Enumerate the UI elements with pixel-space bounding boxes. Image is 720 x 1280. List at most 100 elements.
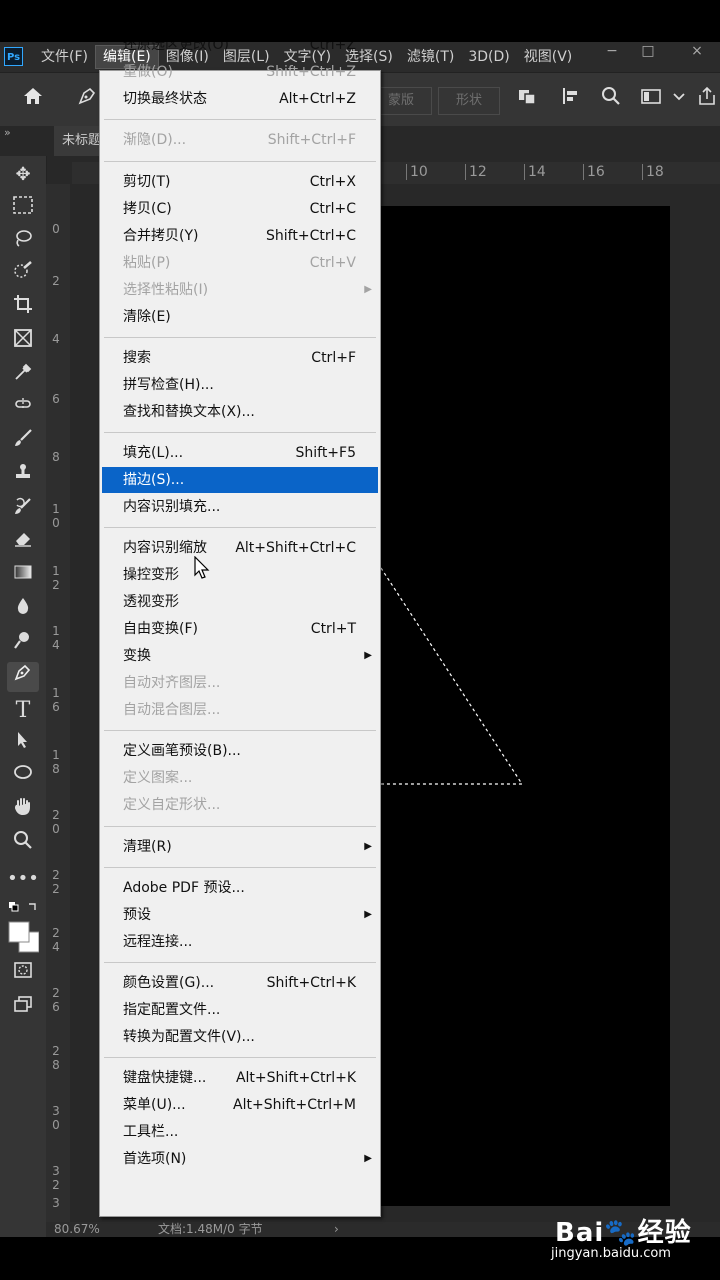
document-tab[interactable]: 未标题 bbox=[54, 126, 102, 156]
menu-item-5[interactable]: 剪切(T) Ctrl+X bbox=[102, 169, 378, 195]
path-selection-tool-icon[interactable] bbox=[7, 730, 39, 760]
menu-item-32[interactable]: 指定配置文件... bbox=[102, 997, 378, 1023]
menu-item-7[interactable]: 合并拷贝(Y) Shift+Ctrl+C bbox=[102, 223, 378, 249]
marquee-tool-icon[interactable] bbox=[7, 194, 39, 224]
menu-item-19[interactable]: 透视变形 bbox=[102, 589, 378, 615]
minimize-icon[interactable]: − bbox=[597, 42, 627, 64]
crop-tool-icon[interactable] bbox=[7, 294, 39, 324]
menu-item-33[interactable]: 转换为配置文件(V)... bbox=[102, 1024, 378, 1050]
search-icon[interactable] bbox=[600, 85, 622, 114]
menu-item-34[interactable]: 键盘快捷键... Alt+Shift+Ctrl+K bbox=[102, 1065, 378, 1091]
close-icon[interactable]: × bbox=[682, 42, 712, 64]
menu-item-29[interactable]: 预设 ▶ bbox=[102, 902, 378, 928]
menu-filter[interactable]: 滤镜(T) bbox=[400, 42, 461, 72]
ruler-tick-label: 2 bbox=[52, 274, 60, 288]
color-swatches[interactable] bbox=[7, 918, 40, 958]
blur-tool-icon[interactable] bbox=[7, 596, 39, 626]
ruler-tick-label: 1 8 bbox=[52, 748, 60, 776]
pen-tool-icon[interactable] bbox=[7, 662, 39, 692]
menu-item-31[interactable]: 颜色设置(G)... Shift+Ctrl+K bbox=[102, 970, 378, 996]
menu-item-25[interactable]: 定义图案... bbox=[102, 765, 378, 791]
clone-stamp-tool-icon[interactable] bbox=[7, 462, 39, 492]
menu-item-16[interactable]: 内容识别填充... bbox=[102, 494, 378, 520]
ruler-tick-label: 6 bbox=[52, 392, 60, 406]
chevron-down-icon[interactable] bbox=[672, 85, 686, 114]
menu-item-24[interactable]: 定义画笔预设(B)... bbox=[102, 738, 378, 764]
workspace-icon[interactable] bbox=[640, 85, 662, 114]
menu-item-label: 剪切(T) bbox=[123, 174, 171, 190]
menu-file[interactable]: 文件(F) bbox=[34, 42, 95, 72]
quick-selection-tool-icon[interactable] bbox=[7, 260, 39, 290]
menu-item-10[interactable]: 清除(E) bbox=[102, 304, 378, 330]
menu-item-shortcut: Shift+Ctrl+K bbox=[266, 975, 356, 991]
menu-item-21[interactable]: 变换 ▶ bbox=[102, 643, 378, 669]
move-tool-icon[interactable]: ✥ bbox=[7, 160, 39, 190]
menu-item-4[interactable]: 渐隐(D)... Shift+Ctrl+F bbox=[102, 127, 378, 153]
menu-item-15[interactable]: 描边(S)... bbox=[102, 467, 378, 493]
document-info: 文档:1.48M/0 字节 bbox=[158, 1222, 263, 1236]
menu-item-label: 搜索 bbox=[123, 350, 151, 366]
path-alignment-icon[interactable] bbox=[560, 85, 582, 114]
menu-item-9[interactable]: 选择性粘贴(I) ▶ bbox=[102, 277, 378, 303]
menu-item-label: 查找和替换文本(X)... bbox=[123, 404, 255, 420]
status-arrow-icon[interactable]: › bbox=[334, 1222, 339, 1237]
pen-tool-icon[interactable] bbox=[76, 85, 98, 114]
type-tool-icon[interactable]: T bbox=[7, 696, 39, 726]
menu-item-30[interactable]: 远程连接... bbox=[102, 929, 378, 955]
more-tools-icon[interactable]: ••• bbox=[7, 864, 39, 894]
screen-mode-icon[interactable] bbox=[7, 994, 39, 1024]
ruler-tick-label: 3 bbox=[52, 1196, 60, 1210]
ruler-tick-label: 2 2 bbox=[52, 868, 60, 896]
menu-item-8[interactable]: 粘贴(P) Ctrl+V bbox=[102, 250, 378, 276]
menu-item-label: 操控变形 bbox=[123, 567, 179, 583]
maximize-icon[interactable]: □ bbox=[633, 42, 663, 64]
menu-item-3[interactable]: 切换最终状态 Alt+Ctrl+Z bbox=[102, 86, 378, 112]
ellipse-tool-icon[interactable] bbox=[7, 762, 39, 792]
quick-mask-icon[interactable] bbox=[7, 960, 39, 990]
menu-item-12[interactable]: 拼写检查(H)... bbox=[102, 372, 378, 398]
history-brush-tool-icon[interactable] bbox=[7, 496, 39, 526]
menu-item-36[interactable]: 工具栏... bbox=[102, 1119, 378, 1145]
hand-tool-icon[interactable] bbox=[7, 796, 39, 826]
menu-3d[interactable]: 3D(D) bbox=[461, 42, 516, 72]
path-operations-icon[interactable] bbox=[516, 85, 538, 114]
mouse-cursor-icon bbox=[194, 555, 210, 584]
menu-item-label: 指定配置文件... bbox=[123, 1002, 221, 1018]
ruler-tick-label: 1 2 bbox=[52, 564, 60, 592]
menu-item-37[interactable]: 首选项(N) ▶ bbox=[102, 1146, 378, 1172]
menu-item-1[interactable]: 还原选区更改(O) Ctrl+Z bbox=[102, 42, 378, 58]
menu-item-14[interactable]: 填充(L)... Shift+F5 bbox=[102, 440, 378, 466]
menu-item-6[interactable]: 拷贝(C) Ctrl+C bbox=[102, 196, 378, 222]
eyedropper-tool-icon[interactable] bbox=[7, 362, 39, 392]
menu-item-23[interactable]: 自动混合图层... bbox=[102, 697, 378, 723]
zoom-level[interactable]: 80.67% bbox=[54, 1222, 100, 1237]
ruler-tick-label: 2 0 bbox=[52, 808, 60, 836]
zoom-tool-icon[interactable] bbox=[7, 830, 39, 860]
menu-item-35[interactable]: 菜单(U)... Alt+Shift+Ctrl+M bbox=[102, 1092, 378, 1118]
gradient-tool-icon[interactable] bbox=[7, 562, 39, 592]
menu-item-22[interactable]: 自动对齐图层... bbox=[102, 670, 378, 696]
dodge-tool-icon[interactable] bbox=[7, 630, 39, 660]
menu-item-2[interactable]: 重做(O) Shift+Ctrl+Z bbox=[102, 59, 378, 85]
lasso-tool-icon[interactable] bbox=[7, 228, 39, 258]
swap-colors-icon[interactable] bbox=[7, 896, 39, 916]
menu-item-26[interactable]: 定义自定形状... bbox=[102, 792, 378, 818]
brush-tool-icon[interactable] bbox=[7, 428, 39, 458]
menu-item-11[interactable]: 搜索 Ctrl+F bbox=[102, 345, 378, 371]
eraser-tool-icon[interactable] bbox=[7, 528, 39, 558]
menu-view[interactable]: 视图(V) bbox=[517, 42, 580, 72]
menu-item-label: 首选项(N) bbox=[123, 1151, 187, 1167]
menu-item-13[interactable]: 查找和替换文本(X)... bbox=[102, 399, 378, 425]
home-icon[interactable] bbox=[22, 85, 44, 114]
share-icon[interactable] bbox=[696, 85, 718, 114]
healing-brush-tool-icon[interactable] bbox=[7, 394, 39, 424]
collapse-panel-icon[interactable]: » bbox=[4, 126, 11, 139]
menu-item-20[interactable]: 自由变换(F) Ctrl+T bbox=[102, 616, 378, 642]
menu-item-17[interactable]: 内容识别缩放 Alt+Shift+Ctrl+C bbox=[102, 535, 378, 561]
menu-item-28[interactable]: Adobe PDF 预设... bbox=[102, 875, 378, 901]
shape-button[interactable]: 形状 bbox=[438, 87, 500, 115]
menu-item-27[interactable]: 清理(R) ▶ bbox=[102, 834, 378, 860]
menu-separator bbox=[104, 527, 376, 528]
menu-item-18[interactable]: 操控变形 bbox=[102, 562, 378, 588]
frame-tool-icon[interactable] bbox=[7, 328, 39, 358]
